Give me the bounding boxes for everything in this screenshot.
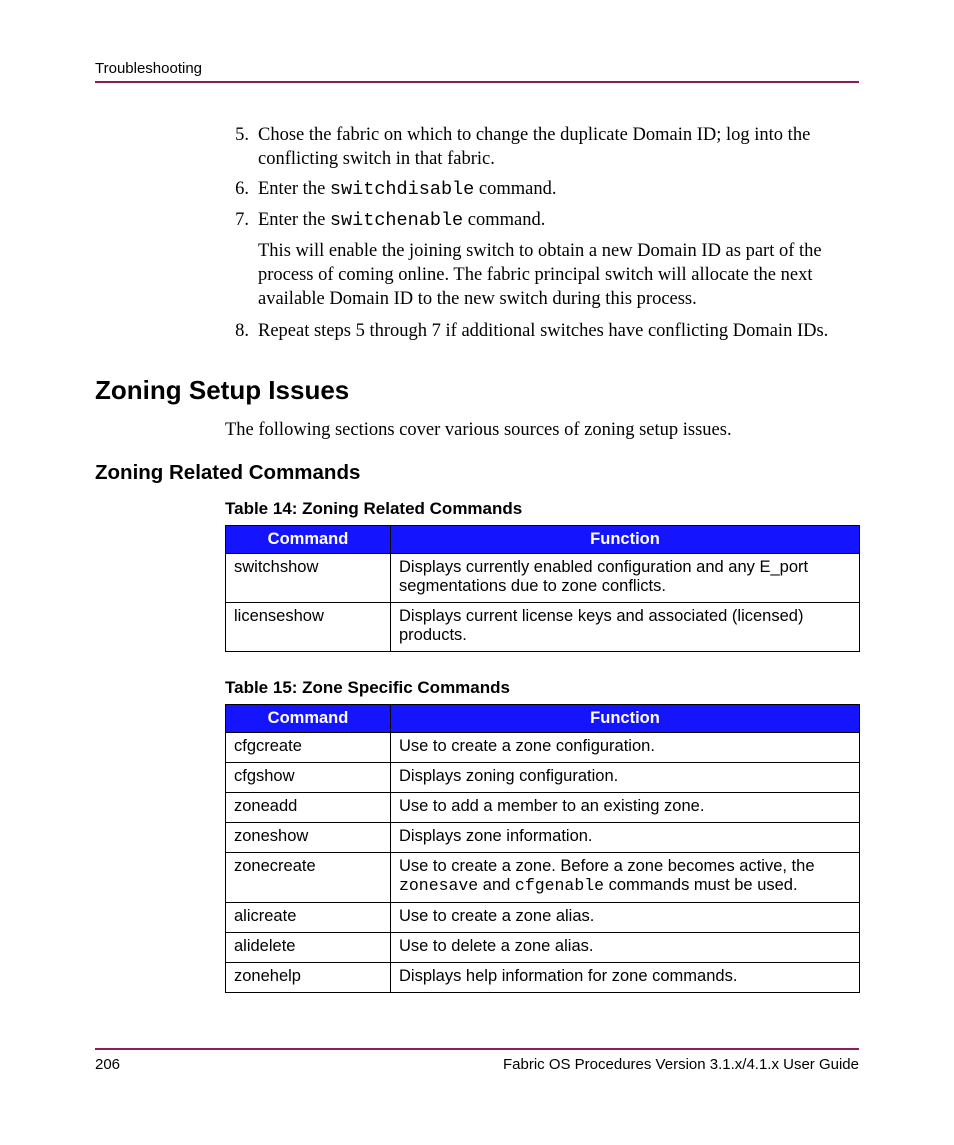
step-number: 5. — [221, 123, 258, 171]
col-header-function: Function — [391, 526, 860, 554]
step-6: 6. Enter the switchdisable command. — [95, 177, 859, 202]
cell-command: zoneshow — [226, 823, 391, 853]
table-header-row: Command Function — [226, 705, 860, 733]
step-8: 8. Repeat steps 5 through 7 if additiona… — [95, 319, 859, 343]
subsection-heading-zoning-related-commands: Zoning Related Commands — [95, 461, 859, 485]
cell-function: Displays zone information. — [391, 823, 860, 853]
cell-command: cfgcreate — [226, 733, 391, 763]
page-number: 206 — [95, 1056, 120, 1073]
table-row: switchshow Displays currently enabled co… — [226, 554, 860, 603]
table-row: cfgcreate Use to create a zone configura… — [226, 733, 860, 763]
cell-command: alidelete — [226, 933, 391, 963]
step-text: Enter the switchenable command. — [258, 208, 859, 233]
table-row: zonecreate Use to create a zone. Before … — [226, 853, 860, 903]
cell-text: and — [478, 876, 515, 894]
doc-title: Fabric OS Procedures Version 3.1.x/4.1.x… — [503, 1056, 859, 1073]
cell-function: Use to create a zone configuration. — [391, 733, 860, 763]
cell-command: zonehelp — [226, 963, 391, 993]
table-row: alicreate Use to create a zone alias. — [226, 903, 860, 933]
cell-command: alicreate — [226, 903, 391, 933]
cell-command: zoneadd — [226, 793, 391, 823]
step-text-post: command. — [463, 210, 545, 230]
page-footer: 206 Fabric OS Procedures Version 3.1.x/4… — [95, 1048, 859, 1073]
col-header-function: Function — [391, 705, 860, 733]
step-text: Enter the switchdisable command. — [258, 177, 859, 202]
step-text-post: command. — [474, 179, 556, 199]
section-heading-zoning-setup-issues: Zoning Setup Issues — [95, 375, 859, 406]
table-row: alidelete Use to delete a zone alias. — [226, 933, 860, 963]
cell-function: Use to add a member to an existing zone. — [391, 793, 860, 823]
inline-command: cfgenable — [515, 876, 604, 895]
col-header-command: Command — [226, 526, 391, 554]
table-14: Command Function switchshow Displays cur… — [225, 525, 860, 652]
table-15: Command Function cfgcreate Use to create… — [225, 704, 860, 993]
numbered-steps: 5. Chose the fabric on which to change t… — [95, 123, 859, 343]
running-header: Troubleshooting — [95, 60, 859, 83]
cell-command: switchshow — [226, 554, 391, 603]
table-row: zoneshow Displays zone information. — [226, 823, 860, 853]
step-text-pre: Enter the — [258, 210, 330, 230]
inline-command: zonesave — [399, 876, 478, 895]
cell-text: commands must be used. — [604, 876, 798, 894]
step-7: 7. Enter the switchenable command. — [95, 208, 859, 233]
step-7-followup: This will enable the joining switch to o… — [258, 239, 859, 311]
cell-command: zonecreate — [226, 853, 391, 903]
table-row: zonehelp Displays help information for z… — [226, 963, 860, 993]
cell-function: Displays current license keys and associ… — [391, 603, 860, 652]
col-header-command: Command — [226, 705, 391, 733]
section-intro: The following sections cover various sou… — [225, 420, 859, 441]
cell-function: Use to delete a zone alias. — [391, 933, 860, 963]
inline-command: switchdisable — [330, 179, 474, 200]
cell-function: Displays help information for zone comma… — [391, 963, 860, 993]
table-14-caption: Table 14: Zoning Related Commands — [225, 499, 859, 519]
step-number: 6. — [221, 177, 258, 202]
step-text-pre: Enter the — [258, 179, 330, 199]
cell-function: Displays zoning configuration. — [391, 763, 860, 793]
cell-command: licenseshow — [226, 603, 391, 652]
table-15-caption: Table 15: Zone Specific Commands — [225, 678, 859, 698]
cell-function: Use to create a zone. Before a zone beco… — [391, 853, 860, 903]
step-text: Chose the fabric on which to change the … — [258, 123, 859, 171]
header-section: Troubleshooting — [95, 60, 202, 77]
cell-function: Use to create a zone alias. — [391, 903, 860, 933]
table-row: zoneadd Use to add a member to an existi… — [226, 793, 860, 823]
cell-function: Displays currently enabled configuration… — [391, 554, 860, 603]
step-number: 8. — [221, 319, 258, 343]
step-number: 7. — [221, 208, 258, 233]
cell-command: cfgshow — [226, 763, 391, 793]
step-text: Repeat steps 5 through 7 if additional s… — [258, 319, 859, 343]
table-row: cfgshow Displays zoning configuration. — [226, 763, 860, 793]
cell-text: Use to create a zone. Before a zone beco… — [399, 857, 815, 875]
table-row: licenseshow Displays current license key… — [226, 603, 860, 652]
table-header-row: Command Function — [226, 526, 860, 554]
inline-command: switchenable — [330, 210, 463, 231]
step-5: 5. Chose the fabric on which to change t… — [95, 123, 859, 171]
